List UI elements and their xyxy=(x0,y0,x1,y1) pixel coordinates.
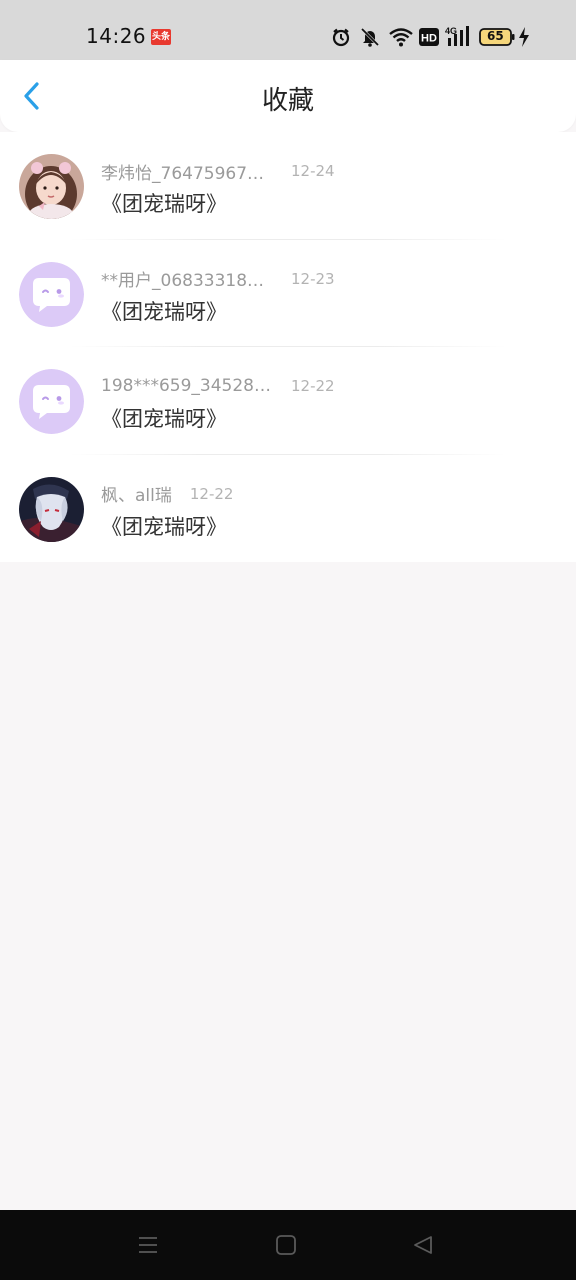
list-item[interactable]: 枫、all瑞 12-22 《团宠瑞呀》 xyxy=(0,454,576,562)
avatar[interactable] xyxy=(19,154,84,219)
date: 12-22 xyxy=(291,377,335,395)
home-button[interactable] xyxy=(271,1230,301,1260)
mute-icon xyxy=(359,26,381,48)
username[interactable]: **用户_068333182… xyxy=(101,266,273,291)
status-bar: 14:26 头条 HD 4G 65 xyxy=(0,0,576,60)
page-title: 收藏 xyxy=(261,86,314,116)
alarm-icon xyxy=(331,27,351,47)
chat-bubble-icon xyxy=(19,261,84,327)
chat-bubble-icon xyxy=(19,369,84,434)
work-title[interactable]: 《团宠瑞呀》 xyxy=(101,403,227,433)
favorites-list: 李炜怡_764759671… 12-24 《团宠瑞呀》 **用户_0683331… xyxy=(0,132,576,562)
avatar[interactable] xyxy=(19,369,84,434)
status-time: 14:26 xyxy=(86,24,147,48)
svg-text:HD: HD xyxy=(421,33,437,45)
menu-button[interactable] xyxy=(133,1230,163,1260)
date: 12-22 xyxy=(189,484,234,503)
signal-4g-icon: 4G xyxy=(445,25,471,47)
wifi-icon xyxy=(389,27,413,47)
username[interactable]: 枫、all瑞 xyxy=(101,481,172,506)
date: 12-24 xyxy=(291,162,335,180)
item-meta: 李炜怡_764759671… 12-24 xyxy=(101,159,335,184)
avatar[interactable] xyxy=(19,476,84,542)
menu-icon xyxy=(139,1237,157,1253)
item-meta: **用户_068333182… 12-23 xyxy=(101,266,335,292)
username[interactable]: 198***659_345285… xyxy=(101,376,273,396)
notification-badge: 头条 xyxy=(151,29,171,45)
battery-level: 65 xyxy=(487,29,504,43)
date: 12-23 xyxy=(291,269,335,288)
home-icon xyxy=(276,1235,296,1255)
hd-icon: HD xyxy=(419,28,439,46)
navigation-bar xyxy=(0,1210,576,1280)
work-title[interactable]: 《团宠瑞呀》 xyxy=(101,296,227,326)
back-icon xyxy=(414,1236,432,1254)
username[interactable]: 李炜怡_764759671… xyxy=(101,159,273,184)
work-title[interactable]: 《团宠瑞呀》 xyxy=(101,188,227,218)
header-bar: 收藏 xyxy=(0,60,576,132)
list-item[interactable]: 198***659_345285… 12-22 《团宠瑞呀》 xyxy=(0,347,576,455)
battery-icon: 65 xyxy=(479,27,515,47)
avatar[interactable] xyxy=(19,261,84,327)
list-item[interactable]: **用户_068333182… 12-23 《团宠瑞呀》 xyxy=(0,239,576,347)
back-nav-button[interactable] xyxy=(408,1230,438,1260)
item-meta: 枫、all瑞 12-22 xyxy=(101,481,234,507)
work-title[interactable]: 《团宠瑞呀》 xyxy=(101,511,227,541)
list-item[interactable]: 李炜怡_764759671… 12-24 《团宠瑞呀》 xyxy=(0,132,576,240)
charging-icon xyxy=(518,27,530,47)
item-meta: 198***659_345285… 12-22 xyxy=(101,374,335,398)
